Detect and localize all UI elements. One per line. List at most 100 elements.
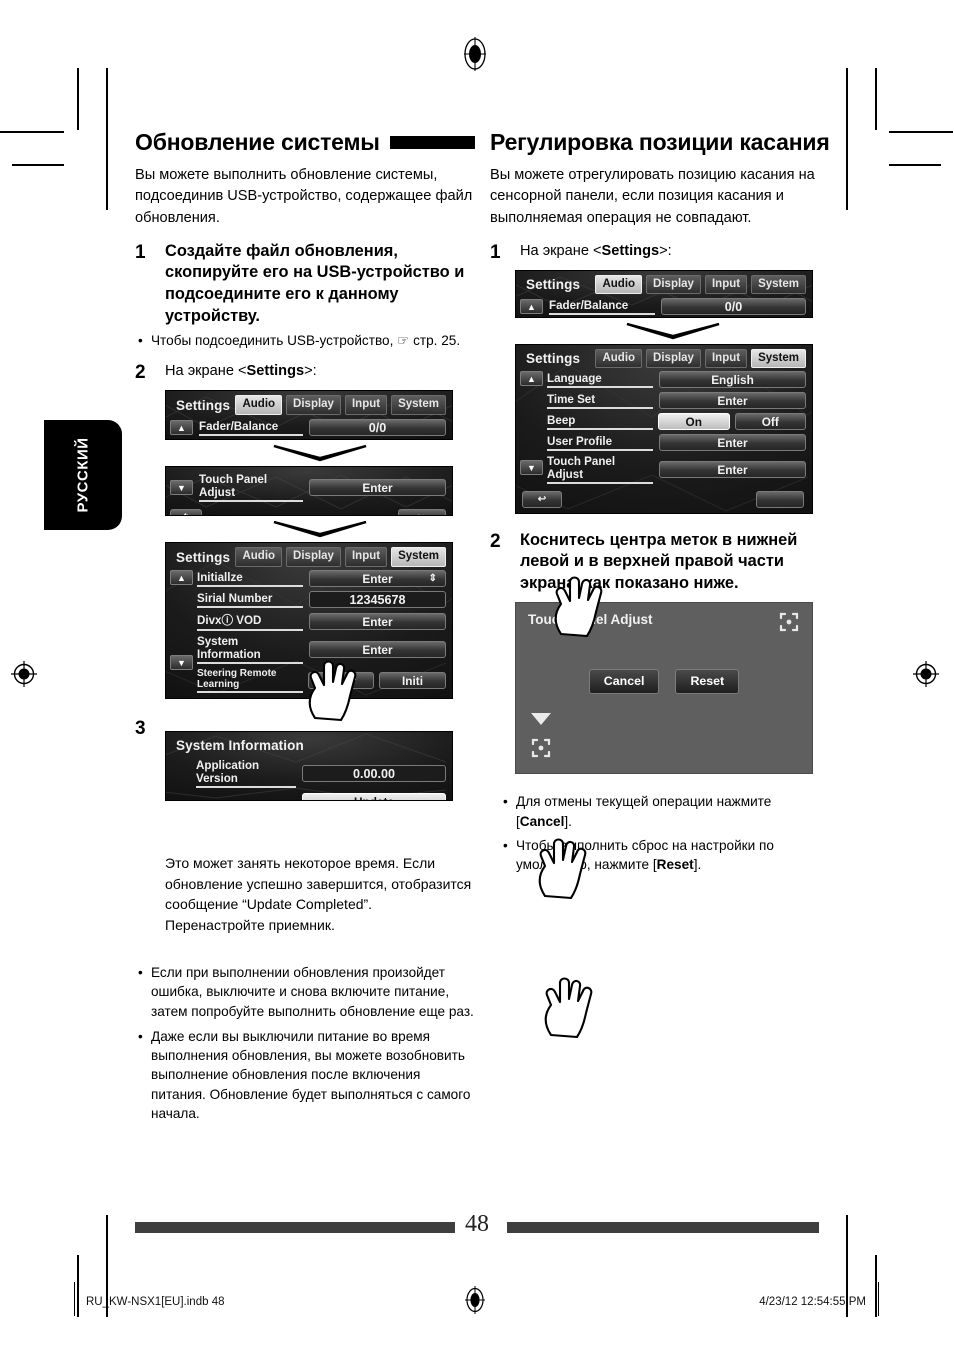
- table-row[interactable]: Divxⓘ VOD Enter: [197, 612, 446, 632]
- calibration-target-bottom-left-icon[interactable]: [530, 737, 552, 759]
- back-button[interactable]: ↩: [522, 491, 562, 509]
- updown-icon: ⇕: [428, 573, 437, 585]
- scroll-up-icon[interactable]: ▲: [520, 371, 543, 387]
- right-step-1-number: 1: [490, 241, 501, 263]
- tab-display[interactable]: Display: [286, 395, 341, 416]
- row-label-touch-panel-adjust: Touch Panel Adjust: [199, 473, 303, 503]
- tab-audio[interactable]: Audio: [235, 395, 283, 416]
- settings-screen-audio-left[interactable]: Settings Audio Display Input System ▲ Fa…: [165, 390, 453, 441]
- row-value-user-profile[interactable]: Enter: [659, 434, 806, 452]
- table-row[interactable]: Initiallze Enter ⇕: [197, 570, 446, 588]
- tab-input[interactable]: Input: [344, 395, 388, 416]
- flow-connector-3: [515, 322, 830, 340]
- footer-divider-right: [878, 1282, 880, 1316]
- table-row[interactable]: System Information Enter: [197, 635, 446, 665]
- row-value-initialize[interactable]: Enter ⇕: [309, 570, 446, 588]
- cancel-button[interactable]: Cancel: [588, 669, 660, 695]
- settings-screen-system-left[interactable]: Settings Audio Display Input System ▲ ▼: [165, 542, 453, 700]
- table-row[interactable]: Time Set Enter: [547, 392, 806, 410]
- row-value-system-information[interactable]: Enter: [309, 641, 446, 659]
- scroll-up-icon[interactable]: ▲: [170, 420, 193, 436]
- table-row[interactable]: Steering Remote Learning Enter Initi: [197, 668, 446, 694]
- calibration-target-top-right-icon[interactable]: [778, 611, 800, 633]
- hand-pointer-icon-4: [541, 975, 601, 1041]
- update-button[interactable]: Update: [302, 793, 446, 801]
- right-lead-paragraph: Вы можете отрегулировать позицию касания…: [490, 167, 815, 226]
- row-label-divx-vod: Divxⓘ VOD: [197, 612, 303, 632]
- tab-input[interactable]: Input: [704, 274, 748, 295]
- row-label-serial-number: Sirial Number: [197, 592, 303, 608]
- row-value-serial-number: 12345678: [309, 591, 446, 609]
- system-information-screen[interactable]: System Information Application Version 0…: [165, 731, 453, 802]
- tab-audio[interactable]: Audio: [595, 274, 643, 295]
- bullet-2-pre: Чтобы выполнить сброс на настройки по ум…: [516, 838, 774, 873]
- back-button[interactable]: ↰: [170, 509, 202, 516]
- crop-mark-tr-h2: [889, 164, 941, 166]
- tab-audio[interactable]: Audio: [235, 547, 283, 568]
- row-value-fader-balance[interactable]: 0/0: [661, 298, 806, 316]
- tab-display[interactable]: Display: [646, 274, 701, 295]
- manual-page: РУССКИЙ Обновление системы Вы можете вып…: [0, 0, 954, 1354]
- bullet-2-strong: Reset: [656, 857, 694, 873]
- table-row[interactable]: Touch Panel Adjust Enter: [547, 455, 806, 485]
- right-step-1-suffix: >:: [659, 242, 672, 259]
- tab-input[interactable]: Input: [344, 547, 388, 568]
- scroll-up-icon[interactable]: ▲: [170, 570, 193, 586]
- tab-display[interactable]: Display: [286, 547, 341, 568]
- tab-system[interactable]: System: [751, 274, 806, 295]
- row-label-time-set: Time Set: [547, 393, 653, 409]
- row-value-beep-off[interactable]: Off: [734, 413, 806, 431]
- settings-screen-touch-panel-left[interactable]: ▼ Touch Panel Adjust Enter ↰ ↦: [165, 466, 453, 517]
- crop-mark-tl-v2: [106, 68, 108, 210]
- row-value-divx-vod[interactable]: Enter: [309, 613, 446, 631]
- crop-mark-tr-v2: [846, 68, 848, 210]
- table-row[interactable]: Language English: [547, 371, 806, 389]
- row-label-fader-balance: Fader/Balance: [549, 299, 655, 315]
- list-item: Чтобы выполнить сброс на настройки по ум…: [500, 836, 830, 875]
- exit-button[interactable]: [756, 491, 804, 509]
- touch-panel-adjust-screen[interactable]: Touch Panel Adjust Cancel Reset: [515, 602, 813, 775]
- scroll-down-icon[interactable]: ▼: [520, 460, 543, 476]
- exit-button[interactable]: ↦: [398, 509, 446, 516]
- row-value-fader-balance[interactable]: 0/0: [309, 419, 446, 437]
- table-row[interactable]: User Profile Enter: [547, 434, 806, 452]
- tab-system[interactable]: System: [391, 547, 446, 568]
- screen-title: Settings: [526, 350, 581, 366]
- tab-system[interactable]: System: [751, 348, 806, 369]
- table-row[interactable]: Beep On Off: [547, 413, 806, 431]
- reset-button[interactable]: Reset: [675, 669, 740, 695]
- row-value-touch-panel-adjust[interactable]: Enter: [659, 461, 806, 479]
- left-step-2-target: Settings: [246, 362, 305, 379]
- list-item: Даже если вы выключили питание во время …: [135, 1027, 475, 1123]
- scroll-down-icon[interactable]: ▼: [170, 480, 193, 496]
- settings-screen-system-right[interactable]: Settings Audio Display Input System ▲ ▼: [515, 343, 813, 514]
- language-tab-label: РУССКИЙ: [74, 437, 92, 513]
- row-value-language[interactable]: English: [659, 371, 806, 389]
- left-step-2-number: 2: [135, 361, 146, 383]
- registration-mark-left: [10, 660, 38, 688]
- tab-display[interactable]: Display: [646, 348, 701, 369]
- tab-audio[interactable]: Audio: [595, 348, 643, 369]
- left-step-3-number: 3: [135, 718, 146, 740]
- left-step-1-text: Создайте файл обновления, скопируйте его…: [165, 241, 465, 325]
- bullet-1-post: ].: [564, 813, 572, 829]
- tab-input[interactable]: Input: [704, 348, 748, 369]
- settings-screen-audio-right[interactable]: Settings Audio Display Input System ▲ Fa…: [515, 269, 813, 318]
- right-step-1: 1 На экране <Settings>:: [490, 241, 830, 265]
- page-number: 48: [465, 1211, 489, 1237]
- left-step-2: 2 На экране <Settings>:: [135, 361, 475, 385]
- row-value-steering-initialize[interactable]: Initi: [379, 672, 446, 690]
- bullet-1-strong: Cancel: [519, 813, 565, 829]
- scroll-down-icon[interactable]: ▼: [170, 655, 193, 671]
- row-label-steering-remote-learning: Steering Remote Learning: [197, 668, 303, 694]
- scroll-up-icon[interactable]: ▲: [520, 299, 543, 315]
- language-tab: РУССКИЙ: [44, 420, 122, 530]
- row-label-system-information: System Information: [197, 635, 303, 665]
- row-value-touch-panel-adjust[interactable]: Enter: [309, 479, 446, 497]
- left-step-2-suffix: >:: [304, 362, 317, 379]
- table-row[interactable]: Sirial Number 12345678: [197, 591, 446, 609]
- row-value-steering-enter[interactable]: Enter: [308, 672, 374, 690]
- tab-system[interactable]: System: [391, 395, 446, 416]
- row-value-time-set[interactable]: Enter: [659, 392, 806, 410]
- row-value-beep-on[interactable]: On: [658, 413, 730, 431]
